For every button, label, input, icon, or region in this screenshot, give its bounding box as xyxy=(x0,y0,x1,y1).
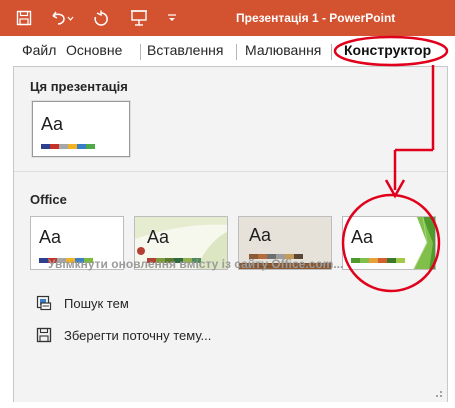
current-theme-thumbnail[interactable]: Aa xyxy=(32,101,130,157)
tab-separator xyxy=(140,44,141,60)
tab-draw[interactable]: Малювання xyxy=(245,36,321,66)
tab-design[interactable]: Конструктор xyxy=(344,36,431,66)
save-current-theme-label: Зберегти поточну тему... xyxy=(64,327,212,343)
save-theme-icon xyxy=(36,327,52,343)
window-title: Презентація 1 - PowerPoint xyxy=(236,11,396,25)
undo-icon[interactable] xyxy=(48,0,76,36)
this-presentation-section: Ця презентація Aa xyxy=(14,67,447,171)
browse-themes-icon xyxy=(36,295,52,311)
present-icon[interactable] xyxy=(128,0,150,36)
theme-preview-label: Aa xyxy=(351,227,374,247)
tab-separator xyxy=(331,44,332,60)
redo-icon[interactable] xyxy=(90,0,112,36)
title-bar: Презентація 1 - PowerPoint xyxy=(0,0,455,36)
save-current-theme-item[interactable]: Зберегти поточну тему... xyxy=(36,324,211,346)
ribbon-tabs: Файл Основне Вставлення Малювання Констр… xyxy=(0,36,455,66)
theme-preview-label: Aa xyxy=(39,227,62,247)
resize-grip-icon[interactable] xyxy=(433,388,443,398)
tab-separator xyxy=(236,44,237,60)
browse-themes-item[interactable]: Пошук тем xyxy=(36,292,129,314)
tab-insert[interactable]: Вставлення xyxy=(147,36,224,66)
theme-preview-label: Aa xyxy=(249,225,272,245)
tab-file[interactable]: Файл xyxy=(22,36,56,66)
office-heading: Office xyxy=(30,192,67,207)
this-presentation-heading: Ця презентація xyxy=(30,79,128,94)
theme-preview-label: Aa xyxy=(147,227,170,247)
browse-themes-label: Пошук тем xyxy=(64,295,129,311)
theme-color-strip xyxy=(41,144,95,149)
tab-home[interactable]: Основне xyxy=(66,36,122,66)
themes-gallery-panel: Ця презентація Aa Office Aa Aa Aa Aa Уві… xyxy=(13,66,448,402)
save-icon[interactable] xyxy=(14,0,34,36)
theme-color-strip xyxy=(351,258,405,263)
green-accent-theme-thumbnail[interactable]: Aa xyxy=(342,216,436,270)
customize-icon[interactable] xyxy=(164,0,180,36)
enable-office-content-link[interactable]: Увімкнути оновлення вмісту із сайту Offi… xyxy=(48,257,343,271)
theme-preview-label: Aa xyxy=(41,114,64,134)
office-themes-section: Office Aa Aa Aa Aa Увімкнути оновлення в… xyxy=(14,171,447,402)
